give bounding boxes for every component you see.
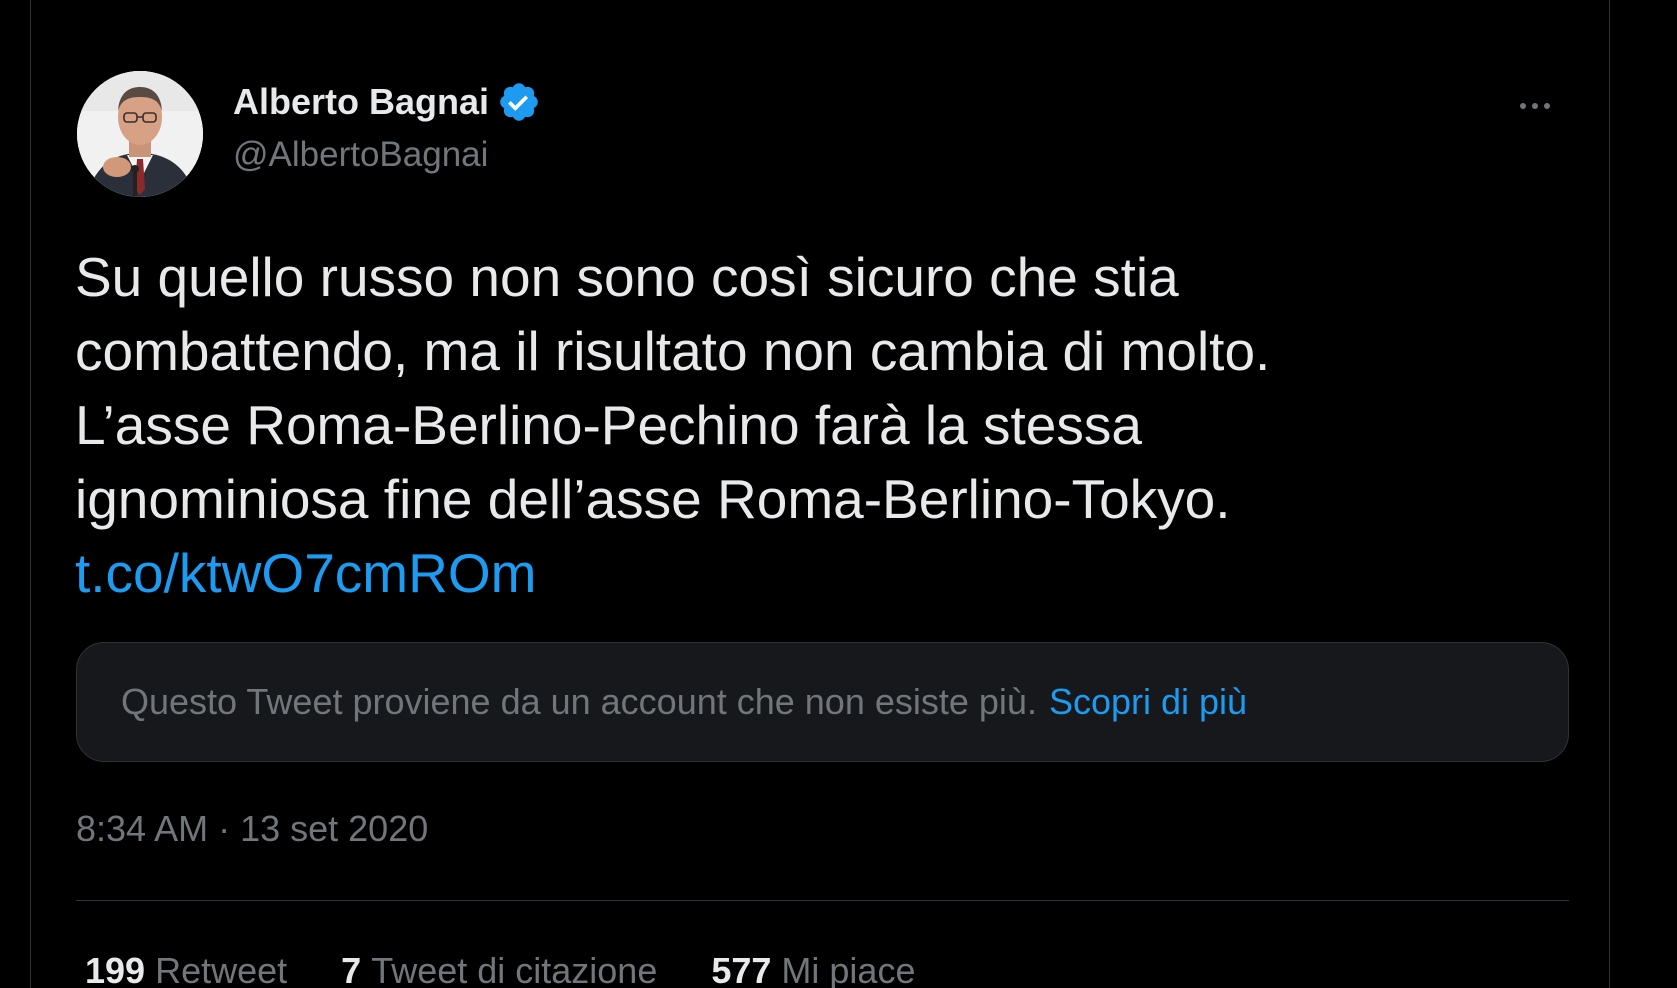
avatar-photo bbox=[77, 71, 203, 197]
divider bbox=[76, 900, 1569, 901]
tweet-link-line: t.co/ktwO7cmROm bbox=[75, 536, 1505, 610]
tweet-link[interactable]: t.co/ktwO7cmROm bbox=[75, 542, 536, 604]
avatar[interactable] bbox=[77, 71, 203, 197]
more-dot bbox=[1544, 103, 1550, 109]
quoted-tweet-unavailable-notice: Questo Tweet proviene da un account che … bbox=[76, 642, 1569, 762]
verified-badge-icon bbox=[497, 80, 541, 124]
user-handle[interactable]: @AlbertoBagnai bbox=[233, 135, 488, 175]
tweet-text-line: L’asse Roma-Berlino-Pechino farà la stes… bbox=[75, 394, 1142, 456]
display-name[interactable]: Alberto Bagnai bbox=[233, 81, 489, 123]
display-name-row[interactable]: Alberto Bagnai bbox=[233, 80, 541, 124]
quotes-count: 7 bbox=[341, 950, 362, 988]
retweets-label: Retweet bbox=[155, 950, 288, 988]
tweet-timestamp[interactable]: 8:34 AM · 13 set 2020 bbox=[76, 808, 428, 850]
retweets-count: 199 bbox=[85, 950, 146, 988]
quotes-stat[interactable]: 7 Tweet di citazione bbox=[341, 950, 657, 988]
tweet-column: Alberto Bagnai @AlbertoBagnai Su quello … bbox=[30, 0, 1610, 988]
notice-text: Questo Tweet proviene da un account che … bbox=[121, 681, 1037, 722]
tweet-text-line: ignominiosa fine dell’asse Roma-Berlino-… bbox=[75, 468, 1231, 530]
more-dot bbox=[1520, 103, 1526, 109]
likes-label: Mi piace bbox=[781, 950, 916, 988]
quotes-label: Tweet di citazione bbox=[371, 950, 658, 988]
tweet-text-line: Su quello russo non sono così sicuro che… bbox=[75, 246, 1179, 308]
retweets-stat[interactable]: 199 Retweet bbox=[85, 950, 287, 988]
more-options-icon[interactable] bbox=[1511, 82, 1559, 130]
likes-count: 577 bbox=[711, 950, 772, 988]
tweet-text: Su quello russo non sono così sicuro che… bbox=[75, 240, 1505, 610]
learn-more-link[interactable]: Scopri di più bbox=[1049, 681, 1247, 723]
tweet-text-line: combattendo, ma il risultato non cambia … bbox=[75, 320, 1271, 382]
more-dot bbox=[1532, 103, 1538, 109]
likes-stat[interactable]: 577 Mi piace bbox=[711, 950, 915, 988]
tweet-stats: 199 Retweet 7 Tweet di citazione 577 Mi pia… bbox=[85, 950, 969, 988]
